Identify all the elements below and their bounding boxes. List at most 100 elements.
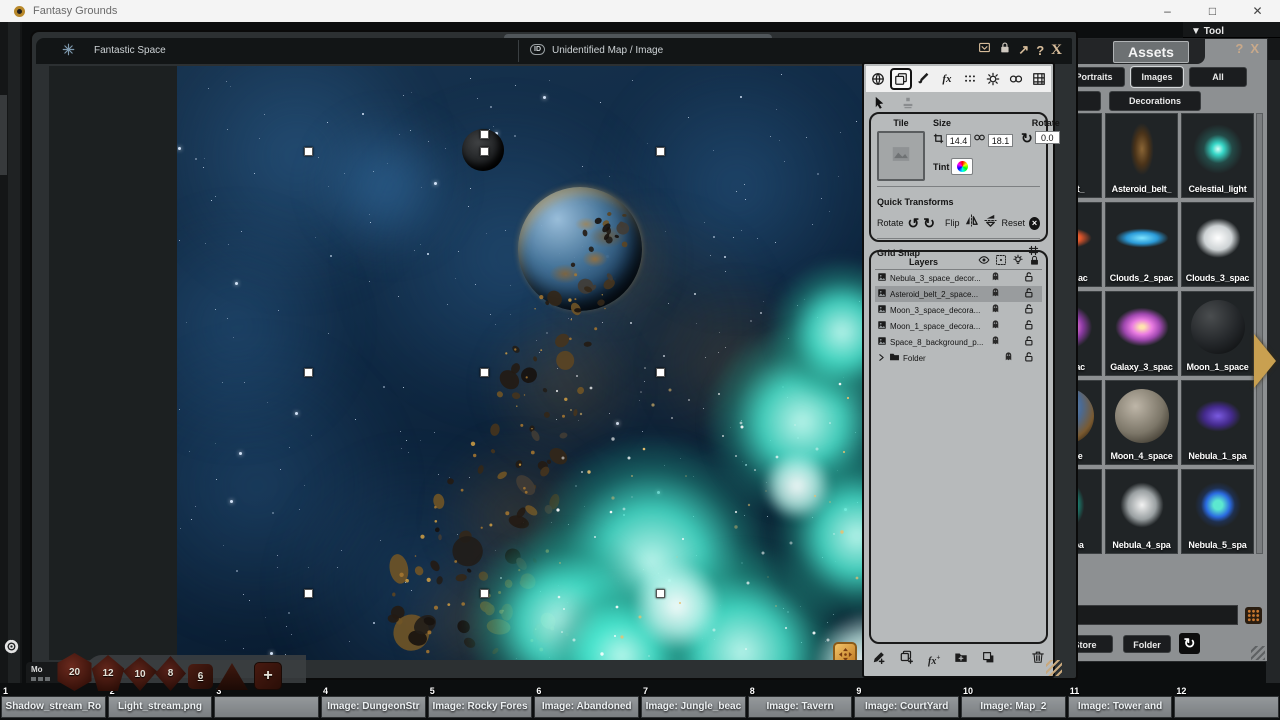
os-minimize-button[interactable]: – — [1145, 0, 1190, 22]
map-titlebar[interactable]: Fantastic Space ID Unidentified Map / Im… — [36, 38, 1072, 64]
layer-row[interactable]: Moon_1_space_decora... — [875, 318, 1042, 334]
hotbar-tab-4[interactable]: 4Image: DungeonStr — [321, 696, 426, 718]
duplicate-button[interactable] — [982, 651, 995, 669]
settings-gear-icon[interactable] — [3, 638, 20, 660]
die-d12[interactable]: 12 — [91, 655, 125, 691]
hotbar-tab-8[interactable]: 8Image: Tavern — [748, 696, 853, 718]
layers-lock-icon[interactable] — [1029, 253, 1040, 271]
add-layer-button[interactable] — [900, 650, 914, 669]
layer-unlock-icon[interactable] — [1023, 349, 1034, 367]
tile-height-field[interactable]: 18.1 — [988, 134, 1013, 147]
hotbar-tab-1[interactable]: 1Shadow_stream_Ro — [1, 696, 106, 718]
layer-ghost-icon[interactable] — [990, 333, 1001, 351]
selection-handle[interactable] — [304, 147, 313, 156]
assets-close-button[interactable]: X — [1250, 41, 1259, 56]
asset-view-grid-icon[interactable] — [1245, 607, 1262, 624]
asset-item[interactable]: Celestial_light — [1181, 113, 1254, 198]
selection-handle[interactable] — [656, 368, 665, 377]
assets-tab-all[interactable]: All — [1189, 67, 1247, 87]
tool-layers-icon[interactable] — [890, 68, 912, 90]
add-paint-button[interactable] — [872, 650, 886, 669]
tool-globe-icon[interactable] — [867, 68, 889, 90]
asset-item[interactable]: Galaxy_3_spac — [1105, 291, 1178, 376]
folder-expand-chevron-icon[interactable] — [877, 349, 886, 367]
selection-handle[interactable] — [656, 147, 665, 156]
tool-paint-icon[interactable] — [913, 68, 935, 90]
delete-button[interactable] — [1031, 650, 1045, 669]
asset-item[interactable]: Clouds_3_spac — [1181, 202, 1254, 287]
map-lock-icon[interactable] — [998, 41, 1011, 59]
tile-thumbnail[interactable] — [877, 131, 925, 181]
die-d8[interactable]: 8 — [155, 656, 186, 691]
selection-handle[interactable] — [656, 589, 665, 598]
die-d6[interactable]: 6 — [188, 664, 213, 689]
asset-item[interactable]: Nebula_4_spa — [1105, 469, 1178, 554]
tool-grid-icon[interactable] — [1028, 68, 1050, 90]
link-dimensions-icon[interactable] — [973, 131, 986, 149]
layers-visibility-icon[interactable] — [978, 253, 990, 271]
hotbar-tab-2[interactable]: 2Light_stream.png — [108, 696, 213, 718]
layer-row[interactable]: Nebula_3_space_decor... — [875, 270, 1042, 286]
layer-row[interactable]: Folder — [875, 350, 1042, 366]
asset-item[interactable]: Nebula_1_spa — [1181, 380, 1254, 465]
add-fx-button[interactable]: fx+ — [928, 651, 940, 669]
left-docked-panel-edge[interactable] — [0, 22, 22, 720]
hotbar-tab-11[interactable]: 11Image: Tower and — [1068, 696, 1173, 718]
hotbar-tab-7[interactable]: 7Image: Jungle_beac — [641, 696, 746, 718]
os-maximize-button[interactable]: □ — [1190, 0, 1235, 22]
map-close-button[interactable]: X — [1051, 42, 1062, 59]
die-plus[interactable]: + — [254, 662, 282, 690]
selection-handle[interactable] — [304, 589, 313, 598]
assets-category-filter-button[interactable]: Decorations — [1109, 91, 1201, 111]
die-d4[interactable] — [216, 663, 248, 690]
tool-mask-icon[interactable] — [1005, 68, 1027, 90]
tint-swatch[interactable] — [951, 158, 973, 175]
sidebar-expand-arrow[interactable] — [1254, 334, 1276, 388]
layer-row[interactable]: Moon_3_space_decora... — [875, 302, 1042, 318]
selection-rotate-handle[interactable] — [480, 130, 489, 139]
tool-levels-icon[interactable] — [959, 68, 981, 90]
layer-row[interactable]: Asteroid_belt_2_space... — [875, 286, 1042, 302]
asset-item[interactable]: Moon_4_space — [1105, 380, 1178, 465]
layer-row[interactable]: Space_8_background_p... — [875, 334, 1042, 350]
tile-rotate-field[interactable]: 0.0 — [1035, 131, 1060, 144]
folder-button[interactable]: Folder — [1123, 635, 1171, 653]
die-d20[interactable]: 20 — [56, 653, 93, 691]
hotbar-tab-10[interactable]: 10Image: Map_2 — [961, 696, 1066, 718]
hotbar-tab-5[interactable]: 5Image: Rocky Fores — [428, 696, 533, 718]
assets-resize-grip[interactable] — [1251, 646, 1265, 660]
hotbar-tab-6[interactable]: 6Image: Abandoned — [534, 696, 639, 718]
map-popout-button[interactable]: ↗ — [1018, 42, 1029, 58]
rotate-ccw-button[interactable]: ↺ — [908, 217, 920, 229]
selection-handle[interactable] — [480, 147, 489, 156]
tile-width-field[interactable]: 14.4 — [946, 134, 971, 147]
map-resize-grip[interactable] — [1046, 660, 1062, 676]
hotbar-tab-3[interactable]: 3 — [214, 696, 319, 718]
tool-fx-icon[interactable]: fx — [936, 68, 958, 90]
map-shrink-icon[interactable] — [978, 41, 991, 59]
map-help-button[interactable]: ? — [1036, 43, 1044, 58]
refresh-assets-button[interactable]: ↻ — [1179, 633, 1200, 654]
flip-vertical-button[interactable] — [983, 213, 998, 233]
layer-ghost-icon[interactable] — [1003, 349, 1014, 367]
assets-title-tab[interactable]: Assets — [1113, 41, 1189, 63]
hotbar-tab-9[interactable]: 9Image: CourtYard — [854, 696, 959, 718]
add-folder-button[interactable] — [954, 650, 968, 669]
selection-handle[interactable] — [304, 368, 313, 377]
hotbar-tab-12[interactable]: 12 — [1174, 696, 1279, 718]
os-close-button[interactable]: ✕ — [1235, 0, 1280, 22]
asset-item[interactable]: Moon_1_space — [1181, 291, 1254, 376]
die-d10[interactable]: 10 — [123, 657, 157, 691]
asset-item[interactable]: Clouds_2_spac — [1105, 202, 1178, 287]
tool-light-icon[interactable] — [982, 68, 1004, 90]
selection-handle[interactable] — [480, 589, 489, 598]
selection-handle[interactable] — [480, 368, 489, 377]
assets-help-button[interactable]: ? — [1235, 41, 1243, 56]
layers-mask-icon[interactable] — [995, 253, 1007, 271]
asset-item[interactable]: Nebula_5_spa — [1181, 469, 1254, 554]
map-canvas[interactable] — [177, 66, 862, 660]
pan-map-button[interactable] — [833, 642, 857, 660]
assets-tab-images[interactable]: Images — [1131, 67, 1183, 87]
layers-light-icon[interactable] — [1012, 253, 1024, 271]
reset-transform-button[interactable]: × — [1029, 217, 1040, 230]
